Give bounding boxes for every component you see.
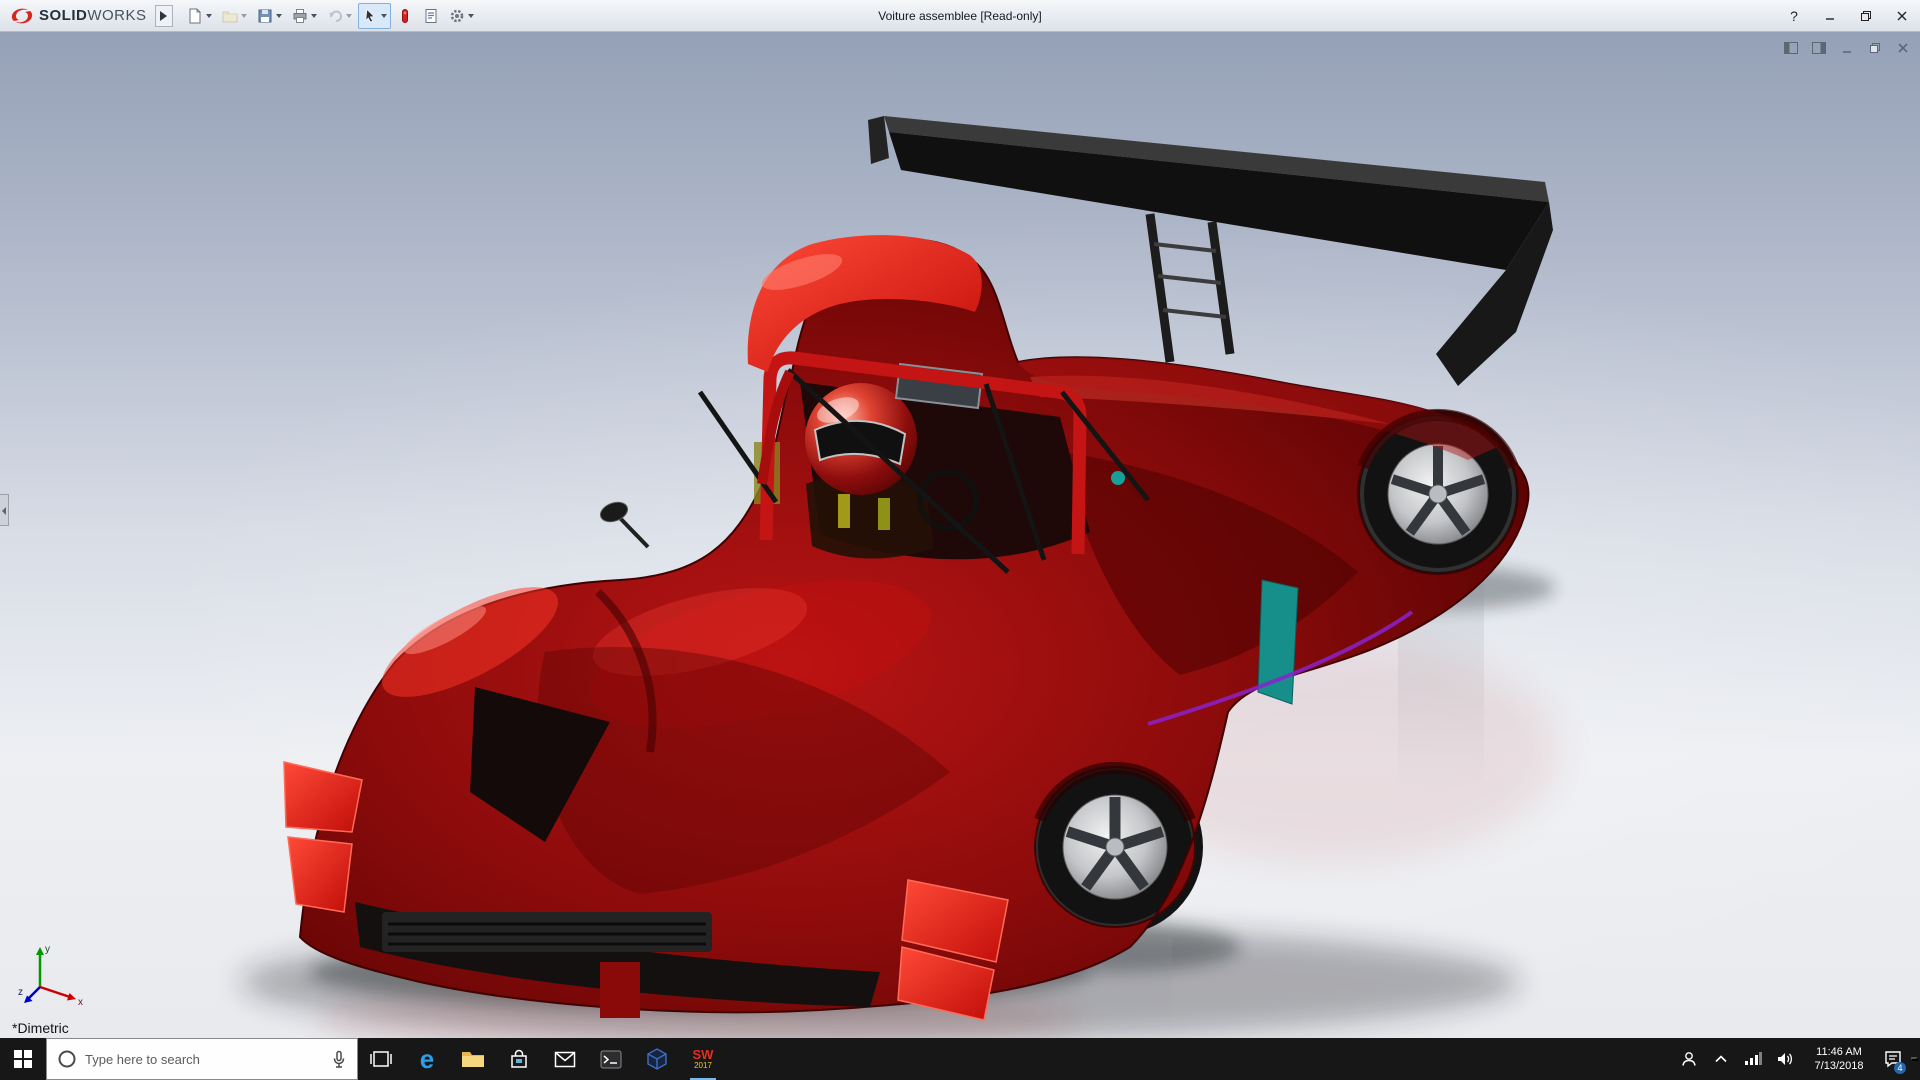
network-button[interactable]: [1739, 1038, 1767, 1080]
viewport-3d[interactable]: y x z *Dimetric: [0, 32, 1920, 1038]
solidworks-brand: SOLIDWORKS: [0, 6, 155, 26]
people-button[interactable]: [1675, 1038, 1703, 1080]
solidworks-app-icon: SW 2017: [693, 1048, 714, 1070]
taskbar-clock[interactable]: 11:46 AM 7/13/2018: [1803, 1045, 1875, 1074]
window-controls: ?: [1776, 0, 1920, 31]
mail-button[interactable]: [542, 1038, 588, 1080]
undo-arrow-icon: [327, 8, 343, 24]
file-explorer-button[interactable]: [450, 1038, 496, 1080]
titlebar: SOLIDWORKS: [0, 0, 1920, 32]
rebuild-button[interactable]: [393, 3, 417, 29]
select-cursor-icon: [362, 8, 378, 24]
minimize-button[interactable]: [1812, 0, 1848, 31]
task-view-icon: [370, 1050, 392, 1068]
mail-icon: [554, 1051, 576, 1068]
action-center-button[interactable]: 4: [1879, 1038, 1907, 1080]
brand-text: SOLIDWORKS: [39, 7, 147, 24]
gear-icon: [449, 8, 465, 24]
print-button[interactable]: [288, 3, 321, 29]
dropdown-caret-icon: [381, 14, 387, 18]
brand-works: WORKS: [87, 7, 146, 24]
notification-badge: 4: [1894, 1062, 1906, 1074]
pin-left-icon[interactable]: [1782, 40, 1800, 56]
cortana-icon: [57, 1049, 77, 1069]
print-icon: [292, 8, 308, 24]
microphone-icon[interactable]: [331, 1050, 347, 1068]
feature-panel-handle[interactable]: [0, 494, 9, 526]
minimize-icon: [1824, 10, 1836, 22]
clock-date: 7/13/2018: [1803, 1059, 1875, 1073]
network-icon: [1744, 1052, 1762, 1066]
clock-time: 11:46 AM: [1803, 1045, 1875, 1059]
dropdown-caret-icon: [276, 14, 282, 18]
triad-y-label: y: [45, 944, 50, 955]
task-view-button[interactable]: [358, 1038, 404, 1080]
hidden-icons-button[interactable]: [1707, 1038, 1735, 1080]
dropdown-caret-icon: [346, 14, 352, 18]
undo-button[interactable]: [323, 3, 356, 29]
view-orientation-label: *Dimetric: [12, 1020, 69, 1036]
windows-logo-icon: [14, 1050, 32, 1068]
volume-icon: [1776, 1051, 1794, 1067]
toolbar-expand-button[interactable]: [155, 5, 173, 27]
orientation-triad: y x z: [18, 943, 88, 1012]
restore-icon: [1860, 10, 1872, 22]
system-tray: 11:46 AM 7/13/2018 4: [1675, 1038, 1920, 1080]
race-car-body[interactable]: [284, 235, 1528, 1020]
close-button[interactable]: [1884, 0, 1920, 31]
save-button[interactable]: [253, 3, 286, 29]
dropdown-caret-icon: [206, 14, 212, 18]
edge-button[interactable]: e: [404, 1038, 450, 1080]
cube-app-button[interactable]: [634, 1038, 680, 1080]
restore-document-icon[interactable]: [1866, 40, 1884, 56]
start-button[interactable]: [0, 1038, 46, 1080]
file-properties-icon: [423, 8, 439, 24]
search-input[interactable]: [85, 1052, 323, 1067]
ds-logo-icon: [10, 6, 34, 26]
command-prompt-button[interactable]: [588, 1038, 634, 1080]
play-arrow-icon: [160, 11, 167, 21]
show-desktop-button[interactable]: [1911, 1057, 1918, 1061]
dropdown-caret-icon: [241, 14, 247, 18]
save-floppy-icon: [257, 8, 273, 24]
wing-struts: [1150, 214, 1230, 362]
new-document-icon: [187, 8, 203, 24]
close-document-icon[interactable]: [1894, 40, 1912, 56]
file-properties-button[interactable]: [419, 3, 443, 29]
taskbar-search[interactable]: [46, 1038, 358, 1080]
open-folder-icon: [222, 8, 238, 24]
help-button[interactable]: ?: [1776, 0, 1812, 31]
chevron-up-icon: [1714, 1054, 1728, 1064]
screen: SOLIDWORKS: [0, 0, 1920, 1080]
open-button[interactable]: [218, 3, 251, 29]
document-title: Voiture assemblee [Read-only]: [878, 0, 1041, 32]
pin-right-icon[interactable]: [1810, 40, 1828, 56]
edge-icon: e: [420, 1046, 434, 1072]
volume-button[interactable]: [1771, 1038, 1799, 1080]
dropdown-caret-icon: [311, 14, 317, 18]
store-bag-icon: [509, 1049, 529, 1069]
select-button[interactable]: [358, 3, 391, 29]
new-document-button[interactable]: [183, 3, 216, 29]
document-window-controls: [1782, 40, 1912, 56]
options-button[interactable]: [445, 3, 478, 29]
dropdown-caret-icon: [468, 14, 474, 18]
minimize-document-icon[interactable]: [1838, 40, 1856, 56]
taskbar: e: [0, 1038, 1920, 1080]
race-car-scene[interactable]: [0, 32, 1920, 1038]
brand-solid: SOLID: [39, 7, 87, 24]
rebuild-stoplight-icon: [397, 8, 413, 24]
command-prompt-icon: [600, 1050, 622, 1069]
close-icon: [1896, 10, 1908, 22]
restore-button[interactable]: [1848, 0, 1884, 31]
triad-z-label: z: [18, 987, 23, 998]
triad-x-label: x: [78, 997, 83, 1007]
blue-cube-icon: [646, 1048, 668, 1070]
people-icon: [1680, 1050, 1698, 1068]
store-button[interactable]: [496, 1038, 542, 1080]
file-explorer-icon: [461, 1049, 485, 1069]
quick-access-toolbar: [183, 3, 478, 29]
solidworks-taskbar-button[interactable]: SW 2017: [680, 1038, 726, 1080]
